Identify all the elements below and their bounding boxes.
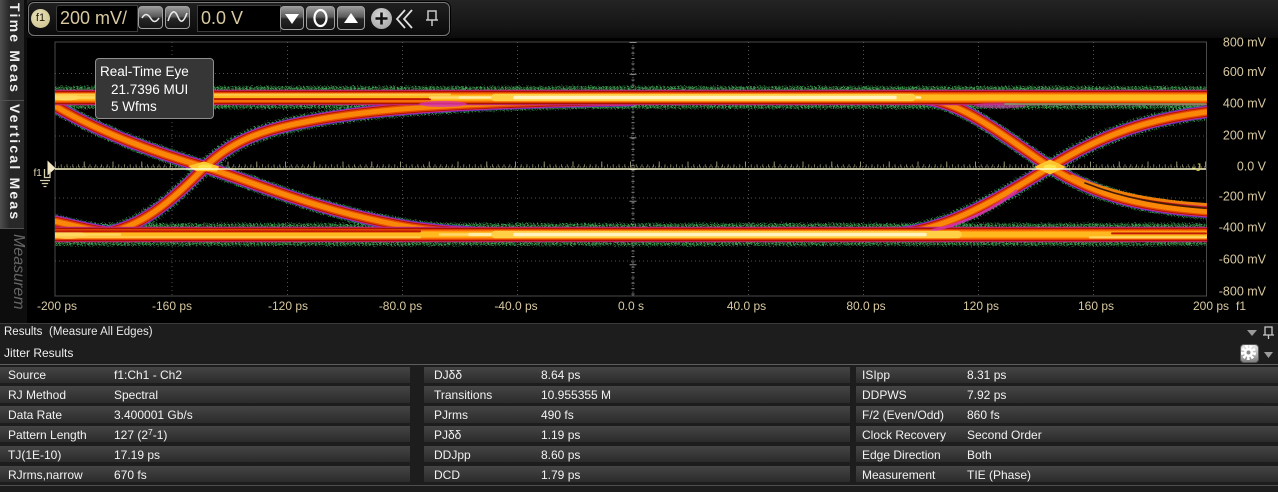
svg-text:-600 mV: -600 mV [1219,253,1267,267]
svg-text:-800 mV: -800 mV [1219,285,1267,299]
svg-text:-200 ps: -200 ps [37,299,77,313]
svg-text:0.0 s: 0.0 s [618,299,644,313]
svg-text:200 mV: 200 mV [1223,129,1267,143]
svg-text:160 ps: 160 ps [1078,299,1114,313]
svg-text:600 mV: 600 mV [1223,65,1267,79]
svg-text:40.0 ps: 40.0 ps [727,299,766,313]
svg-text:-40.0 ps: -40.0 ps [494,299,537,313]
svg-text:400 mV: 400 mV [1223,97,1267,111]
svg-text:0.0 V: 0.0 V [1237,160,1267,174]
svg-text:-160 ps: -160 ps [152,299,192,313]
svg-text:-120 ps: -120 ps [268,299,308,313]
svg-text:-200 mV: -200 mV [1219,190,1267,204]
svg-text:-J: -J [1192,162,1201,174]
svg-text:800 mV: 800 mV [1223,36,1267,50]
svg-text:f1: f1 [1236,299,1246,313]
svg-text:80.0 ps: 80.0 ps [846,299,885,313]
svg-text:-80.0 ps: -80.0 ps [379,299,422,313]
svg-text:120 ps: 120 ps [963,299,999,313]
svg-text:200 ps: 200 ps [1193,299,1229,313]
svg-text:-400 mV: -400 mV [1219,221,1267,235]
svg-text:f1: f1 [34,168,43,179]
